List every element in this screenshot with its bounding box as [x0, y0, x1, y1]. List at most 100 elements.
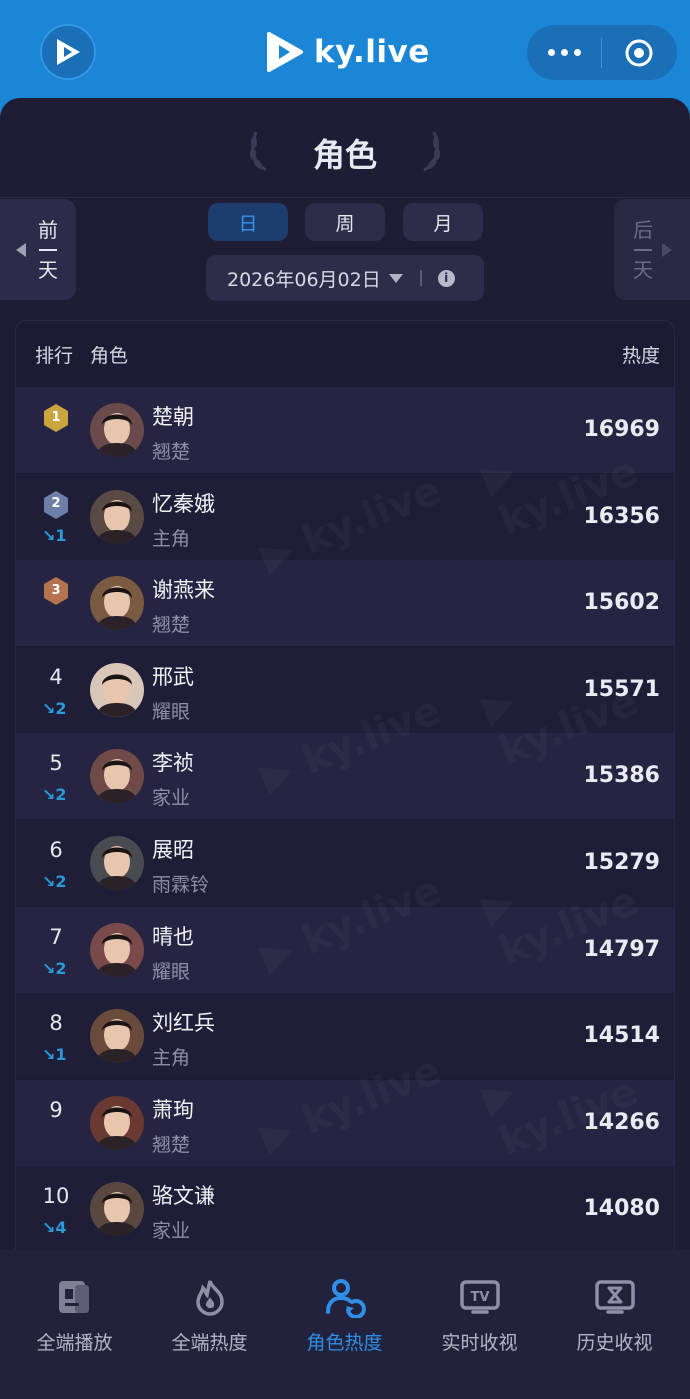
drama-title: 家业: [152, 787, 191, 810]
drama-title: 翘楚: [152, 1133, 191, 1156]
laurel-right-icon: [423, 131, 440, 172]
drama-title: 家业: [152, 1220, 191, 1243]
tab-label: 实时收视: [441, 1332, 518, 1354]
role-name: 晴也: [152, 924, 194, 949]
avatar: [90, 1009, 144, 1064]
heat-value: 16969: [583, 417, 660, 442]
avatar: [90, 489, 144, 544]
caret-down-icon: [388, 273, 403, 283]
tab-realtime-rating[interactable]: TV 实时收视: [412, 1250, 547, 1399]
next-day-label-bottom: 天: [633, 257, 653, 282]
avatar: [90, 662, 144, 717]
app-logo-button[interactable]: [40, 24, 96, 80]
tab-label: 全端播放: [36, 1332, 113, 1354]
prev-day-label-bottom: 天: [38, 257, 58, 282]
next-day-button[interactable]: 后 天: [614, 199, 690, 300]
heat-value: 15602: [583, 590, 660, 616]
heat-value: 14797: [583, 936, 660, 962]
brand-name: ky.live: [314, 34, 430, 70]
role-name: 谢燕来: [152, 578, 215, 603]
date-picker[interactable]: 2026年06月02日 i: [206, 255, 484, 301]
tab-role-heat[interactable]: 角色热度: [277, 1250, 412, 1399]
rank-change: ↘2: [42, 958, 67, 978]
header-role: 角色: [90, 345, 129, 367]
tab-label: 全端热度: [171, 1332, 248, 1354]
user-refresh-icon: [324, 1276, 366, 1318]
drama-title: 翘楚: [152, 441, 191, 463]
date-picker-divider: [419, 270, 422, 286]
flame-icon: [189, 1276, 231, 1318]
more-icon[interactable]: [527, 49, 601, 56]
heat-value: 14080: [583, 1196, 660, 1222]
document-icon: [54, 1276, 96, 1318]
svg-text:TV: TV: [470, 1290, 489, 1305]
prev-day-button[interactable]: 前 天: [0, 199, 76, 300]
tab-history-rating[interactable]: 历史收视: [547, 1250, 682, 1399]
rank-number: 8: [49, 1011, 63, 1036]
rank-change: ↘2: [42, 872, 67, 891]
table-header: 排行 角色 热度: [16, 321, 674, 387]
role-name: 骆文谦: [152, 1184, 215, 1209]
table-row[interactable]: 4 ↘2 邢武 耀眼 15571: [16, 646, 674, 733]
brand: ky.live: [264, 30, 430, 74]
info-icon[interactable]: i: [437, 269, 455, 287]
tab-label: 历史收视: [576, 1332, 653, 1354]
title-divider: [0, 197, 690, 198]
table-row[interactable]: 5 ↘2 李祯 家业 15386: [16, 733, 674, 820]
history-tv-icon: [594, 1276, 636, 1318]
date-value: 2026年06月02日: [227, 268, 381, 291]
ranking-table: 排行 角色 热度 1 楚朝 翘楚 16969 2 ↘1 忆秦娥 主角 16356 3 谢燕来 翘楚 15…: [15, 320, 675, 1330]
table-row[interactable]: 3 谢燕来 翘楚 15602: [16, 560, 674, 647]
drama-title: 耀眼: [152, 960, 191, 983]
header-heat[interactable]: 热度: [622, 341, 660, 368]
drama-title: 主角: [152, 527, 191, 550]
rank-number: 4: [49, 664, 63, 689]
table-row[interactable]: 10 ↘4 骆文谦 家业 14080: [16, 1166, 674, 1253]
table-row[interactable]: 8 ↘1 刘红兵 主角 14514: [16, 993, 674, 1080]
rank-number: 5: [49, 751, 63, 776]
role-name: 邢武: [152, 664, 194, 689]
bottom-tabbar: 全端播放 全端热度 角色热度 TV 实时收视 历史收视: [0, 1250, 690, 1399]
tab-month[interactable]: 月: [403, 203, 483, 241]
heat-value: 14514: [583, 1023, 660, 1049]
rank-medal-icon: 2: [42, 490, 70, 519]
rank-medal-icon: 1: [42, 403, 70, 432]
brand-logo-icon: [267, 32, 303, 72]
arrow-right-icon: [662, 243, 672, 257]
tab-day[interactable]: 日: [208, 203, 288, 241]
avatar: [90, 1182, 144, 1237]
table-row[interactable]: 9 萧珣 翘楚 14266: [16, 1079, 674, 1166]
arrow-left-icon: [16, 243, 26, 257]
table-row[interactable]: 2 ↘1 忆秦娥主角 16356: [16, 473, 674, 560]
rank-number: 10: [42, 1184, 70, 1209]
tab-week[interactable]: 周: [305, 203, 385, 241]
miniprogram-capsule: [527, 25, 677, 80]
prev-day-label-top: 前: [38, 217, 58, 242]
avatar: [90, 922, 144, 977]
table-row[interactable]: 7 ↘2 晴也耀眼 14797: [16, 906, 674, 993]
rank-number: 7: [49, 924, 63, 949]
avatar: [90, 836, 144, 890]
top-bar: ky.live: [0, 0, 690, 100]
drama-title: 雨霖铃: [152, 874, 210, 896]
rank-change: ↘1: [42, 525, 67, 545]
drama-title: 主角: [152, 1047, 191, 1070]
rank-medal-icon: 3: [42, 576, 70, 606]
rank-change: ↘2: [42, 698, 67, 718]
role-name: 李祯: [152, 751, 194, 776]
tab-all-play[interactable]: 全端播放: [7, 1250, 142, 1399]
prev-day-label-dash: [39, 248, 57, 251]
role-name: 忆秦娥: [152, 491, 215, 516]
tab-all-heat[interactable]: 全端热度: [142, 1250, 277, 1399]
table-row[interactable]: 6 ↘2 展昭 雨霖铃 15279: [16, 820, 674, 906]
table-row[interactable]: 1 楚朝 翘楚 16969: [16, 387, 674, 473]
tv-icon: TV: [459, 1276, 501, 1318]
drama-title: 耀眼: [152, 700, 191, 723]
next-day-label-top: 后: [633, 217, 653, 242]
close-target-icon[interactable]: [602, 37, 676, 69]
heat-value: 15386: [583, 763, 660, 789]
rank-number: 9: [49, 1097, 63, 1122]
avatar: [90, 1095, 144, 1150]
header-rank: 排行: [35, 345, 74, 367]
heat-value: 16356: [583, 503, 660, 529]
